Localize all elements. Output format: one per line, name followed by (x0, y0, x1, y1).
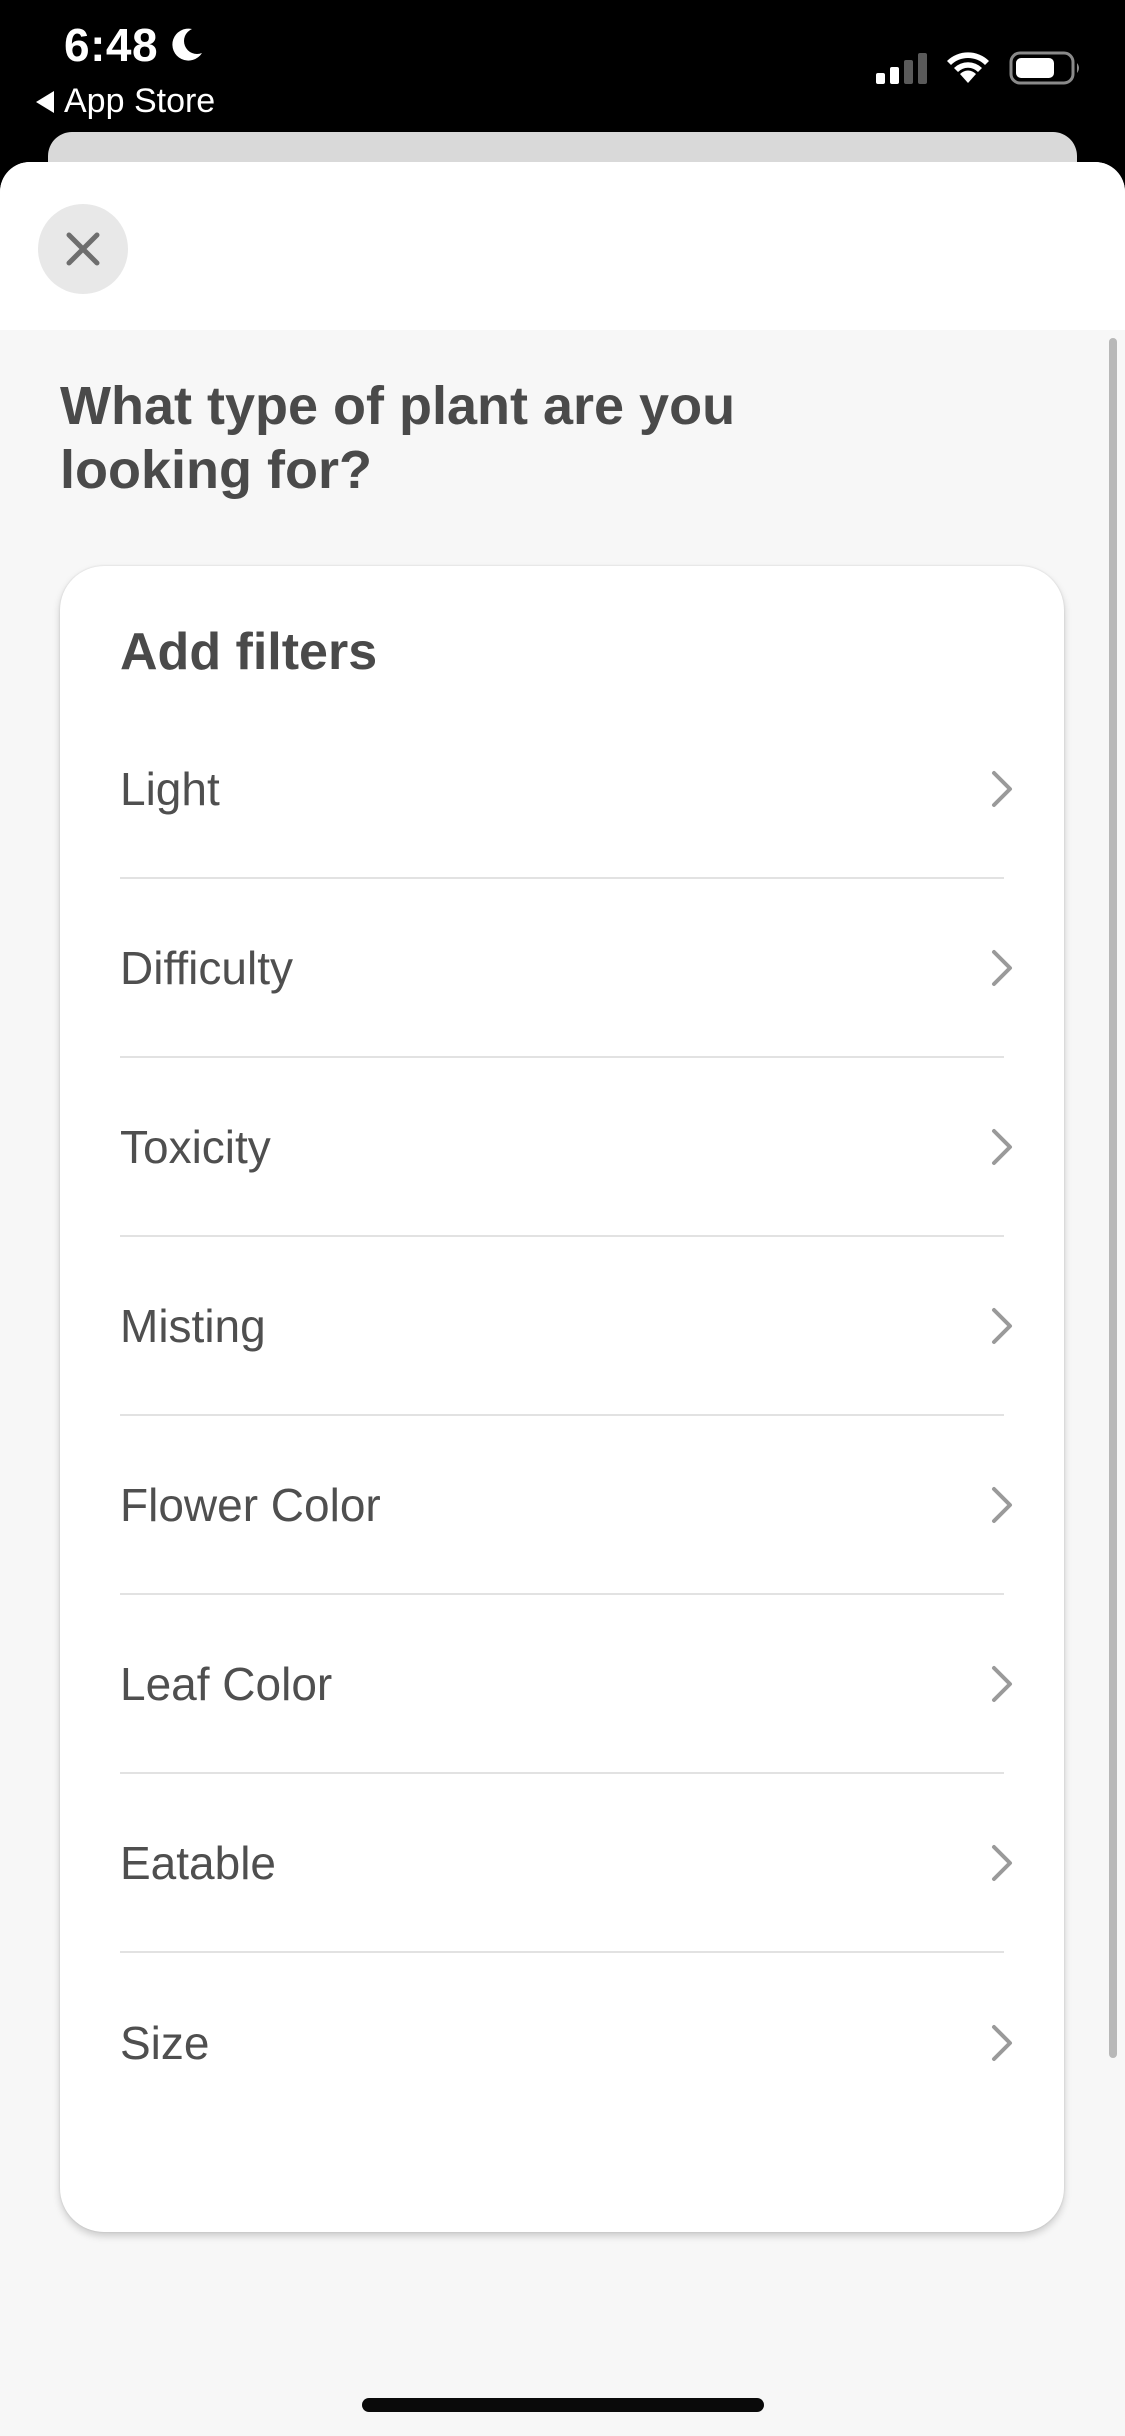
filter-label: Light (120, 762, 220, 815)
close-button[interactable] (38, 204, 128, 294)
filter-item-toxicity[interactable]: Toxicity (120, 1058, 1012, 1237)
filter-label: Leaf Color (120, 1657, 333, 1710)
home-indicator[interactable] (362, 2398, 764, 2412)
cellular-signal-icon (876, 52, 927, 84)
time-text: 6:48 (64, 19, 159, 71)
question-title: What type of plant are you looking for? (60, 376, 736, 500)
filter-label: Eatable (120, 1836, 277, 1889)
sheet-header (0, 162, 1125, 330)
filter-label: Toxicity (120, 1120, 271, 1173)
filter-item-size[interactable]: Size (120, 1953, 1012, 2132)
chevron-right-icon (992, 1128, 1012, 1165)
filter-item-misting[interactable]: Misting (120, 1237, 1012, 1416)
chevron-right-icon (992, 770, 1012, 807)
chevron-right-icon (992, 1486, 1012, 1523)
chevron-right-icon (992, 1844, 1012, 1881)
filter-item-flower-color[interactable]: Flower Color (120, 1416, 1012, 1595)
card-title: Add filters (120, 623, 378, 681)
filter-item-difficulty[interactable]: Difficulty (120, 879, 1012, 1058)
close-icon (66, 232, 100, 266)
chevron-right-icon (992, 2024, 1012, 2061)
chevron-right-icon (992, 949, 1012, 986)
wifi-icon (947, 52, 989, 83)
status-bar: 6:48 App Store (0, 0, 1125, 132)
filters-card: Add filters Light Difficulty Toxicity Mi… (60, 566, 1064, 2232)
back-app-label: App Store (64, 82, 216, 120)
chevron-right-icon (992, 1665, 1012, 1702)
filter-label: Difficulty (120, 941, 293, 994)
moon-icon (172, 28, 203, 61)
filter-item-eatable[interactable]: Eatable (120, 1774, 1012, 1953)
filter-list: Light Difficulty Toxicity Misting Flower… (120, 700, 1012, 2132)
screen: 6:48 App Store What type of plant are yo… (0, 0, 1125, 2436)
back-to-app-store-button[interactable]: App Store (36, 82, 215, 121)
filter-item-light[interactable]: Light (120, 700, 1012, 879)
chevron-right-icon (992, 1307, 1012, 1344)
filter-label: Misting (120, 1299, 266, 1352)
filter-label: Size (120, 2016, 210, 2069)
back-triangle-icon (36, 90, 54, 113)
scroll-indicator[interactable] (1109, 338, 1117, 2058)
battery-icon (1009, 51, 1079, 85)
filter-label: Flower Color (120, 1478, 381, 1531)
filter-sheet: What type of plant are you looking for? … (0, 162, 1125, 2436)
filter-item-leaf-color[interactable]: Leaf Color (120, 1595, 1012, 1774)
status-time: 6:48 (64, 18, 206, 72)
status-indicators (876, 50, 1083, 86)
